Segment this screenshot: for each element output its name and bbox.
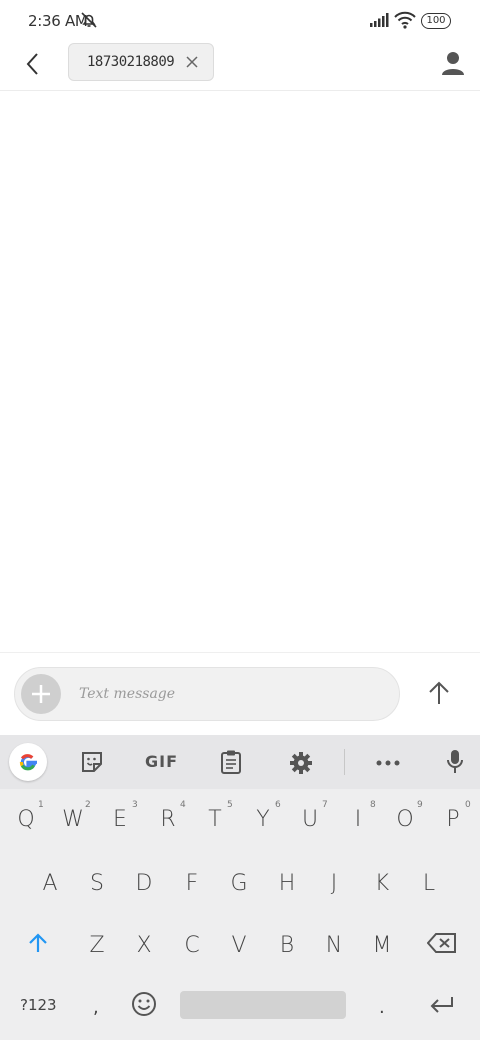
- wifi-icon: [394, 11, 416, 29]
- key-z[interactable]: Z: [81, 933, 113, 958]
- plus-icon: [32, 685, 50, 703]
- key-k[interactable]: K: [366, 871, 398, 896]
- key-o[interactable]: O9: [389, 800, 422, 832]
- battery-icon: 100: [421, 13, 451, 29]
- attach-button[interactable]: [21, 674, 61, 714]
- key-e[interactable]: E3: [104, 800, 138, 832]
- gear-icon[interactable]: [289, 751, 313, 775]
- key-a[interactable]: A: [34, 871, 66, 896]
- status-time: 2:36 AM: [28, 12, 88, 30]
- key-r[interactable]: R4: [152, 800, 185, 832]
- signal-icon: [370, 13, 389, 27]
- back-button[interactable]: [22, 50, 46, 78]
- clipboard-icon[interactable]: [220, 749, 242, 775]
- key-c[interactable]: C: [176, 933, 208, 958]
- key-l[interactable]: L: [413, 871, 445, 896]
- status-bar: 2:36 AM 100: [0, 0, 480, 44]
- keyboard-toolbar: GIF: [0, 735, 480, 789]
- key-x[interactable]: X: [128, 933, 160, 958]
- key-d[interactable]: D: [128, 871, 160, 896]
- key-t[interactable]: T5: [199, 800, 232, 832]
- key-p[interactable]: P0: [437, 800, 470, 832]
- symbols-key[interactable]: ?123: [20, 996, 57, 1014]
- conversation-area: [0, 91, 480, 652]
- person-icon[interactable]: [440, 50, 466, 76]
- key-g[interactable]: G: [223, 871, 255, 896]
- key-n[interactable]: N: [318, 933, 350, 958]
- key-i[interactable]: I8: [342, 800, 376, 832]
- send-arrow-icon[interactable]: [424, 678, 454, 708]
- key-b[interactable]: B: [271, 933, 303, 958]
- message-input[interactable]: [79, 681, 379, 707]
- key-h[interactable]: H: [271, 871, 303, 896]
- shift-icon[interactable]: [27, 932, 49, 954]
- key-w[interactable]: W2: [57, 800, 91, 832]
- key-y[interactable]: Y6: [247, 800, 280, 832]
- comma-key[interactable]: ,: [93, 997, 99, 1018]
- close-icon[interactable]: [185, 55, 199, 69]
- key-s[interactable]: S: [81, 871, 113, 896]
- keyboard: GIF Q 1 W 2 E 3 R 4 T 5 Y 6 U 7 I 8 O 9 …: [0, 735, 480, 1040]
- key-u[interactable]: U7: [294, 800, 328, 832]
- emoji-icon[interactable]: [131, 991, 157, 1017]
- enter-icon[interactable]: [429, 995, 455, 1015]
- key-j[interactable]: J: [318, 871, 350, 896]
- backspace-icon[interactable]: [427, 933, 457, 953]
- recipient-number: 18730218809: [87, 54, 175, 70]
- compose-field[interactable]: [14, 667, 400, 721]
- compose-divider: [0, 652, 480, 653]
- gif-button[interactable]: GIF: [145, 752, 178, 771]
- key-v[interactable]: V: [223, 933, 255, 958]
- space-bar[interactable]: [180, 991, 346, 1019]
- key-q[interactable]: Q1: [10, 800, 43, 832]
- toolbar-divider: [344, 749, 345, 775]
- dnd-off-icon: [81, 12, 97, 28]
- period-key[interactable]: .: [379, 997, 385, 1018]
- key-m[interactable]: M: [366, 933, 398, 958]
- key-f[interactable]: F: [176, 871, 208, 896]
- recipient-chip[interactable]: 18730218809: [68, 43, 214, 81]
- google-icon[interactable]: [9, 743, 47, 781]
- sticker-icon[interactable]: [80, 750, 104, 774]
- more-icon[interactable]: [376, 759, 400, 767]
- mic-icon[interactable]: [446, 749, 464, 775]
